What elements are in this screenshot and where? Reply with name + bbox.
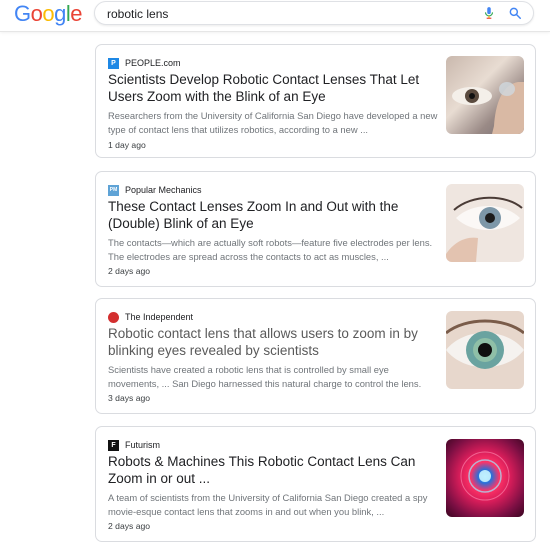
search-input[interactable]: [107, 5, 467, 22]
top-bar: Google: [0, 0, 550, 32]
source-name: Popular Mechanics: [125, 185, 202, 195]
result-date: 3 days ago: [108, 393, 151, 403]
source-name: The Independent: [125, 312, 194, 322]
result-thumbnail-image[interactable]: [446, 439, 524, 517]
result-thumbnail-image[interactable]: [446, 184, 524, 262]
result-source: PM Popular Mechanics: [108, 184, 202, 196]
logo-letter: o: [30, 1, 43, 26]
result-source: The Independent: [108, 311, 193, 323]
logo-letter: o: [42, 1, 55, 26]
result-date: 2 days ago: [108, 266, 151, 276]
result-thumbnail-image[interactable]: [446, 56, 524, 134]
result-source: P PEOPLE.com: [108, 57, 181, 69]
result-snippet: The contacts—which are actually soft rob…: [108, 237, 433, 262]
independent-favicon-icon: [108, 311, 119, 323]
result-title[interactable]: Robots & Machines This Robotic Contact L…: [108, 453, 434, 487]
news-result-card[interactable]: The Independent Robotic contact lens tha…: [95, 298, 536, 414]
search-icon[interactable]: [508, 6, 522, 20]
result-title[interactable]: These Contact Lenses Zoom In and Out wit…: [108, 198, 434, 232]
futurism-favicon-icon: F: [108, 439, 119, 451]
logo-letter: G: [14, 1, 31, 26]
result-title[interactable]: Robotic contact lens that allows users t…: [108, 325, 434, 359]
source-name: PEOPLE.com: [125, 58, 181, 68]
result-thumbnail-image[interactable]: [446, 311, 524, 389]
popular-mechanics-favicon-icon: PM: [108, 184, 119, 196]
news-result-card[interactable]: P PEOPLE.com Scientists Develop Robotic …: [95, 44, 536, 158]
result-snippet: A team of scientists from the University…: [108, 492, 428, 517]
source-name: Futurism: [125, 440, 161, 450]
people-favicon-icon: P: [108, 57, 119, 69]
news-result-card[interactable]: F Futurism Robots & Machines This Roboti…: [95, 426, 536, 542]
logo-letter: e: [70, 1, 83, 26]
result-date: 2 days ago: [108, 521, 151, 531]
logo-letter: g: [54, 1, 66, 26]
google-logo[interactable]: Google: [14, 1, 83, 27]
search-box[interactable]: [94, 1, 534, 25]
result-source: F Futurism: [108, 439, 160, 451]
news-result-card[interactable]: PM Popular Mechanics These Contact Lense…: [95, 171, 536, 287]
result-snippet: Researchers from the University of Calif…: [108, 110, 438, 135]
result-date: 1 day ago: [108, 140, 146, 150]
microphone-icon[interactable]: [482, 6, 496, 20]
result-snippet: Scientists have created a robotic lens t…: [108, 364, 422, 389]
result-title[interactable]: Scientists Develop Robotic Contact Lense…: [108, 71, 434, 105]
